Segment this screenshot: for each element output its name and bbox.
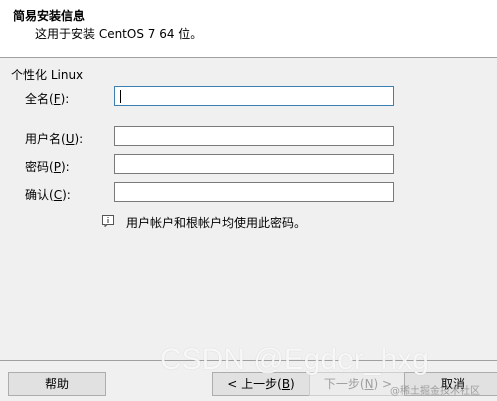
confirm-password-field[interactable] bbox=[114, 182, 394, 202]
password-label: 密码(P): bbox=[25, 160, 70, 174]
cancel-button[interactable]: 取消 bbox=[404, 372, 497, 396]
text-caret bbox=[120, 90, 121, 103]
username-field[interactable] bbox=[114, 126, 394, 146]
group-label-personalize: 个性化 Linux bbox=[11, 68, 84, 82]
info-icon bbox=[102, 215, 114, 227]
help-button[interactable]: 帮助 bbox=[8, 372, 106, 396]
username-label: 用户名(U): bbox=[25, 132, 84, 146]
fullname-label: 全名(F): bbox=[25, 92, 70, 106]
confirm-label: 确认(C): bbox=[25, 188, 71, 202]
page-subtitle: 这用于安装 CentOS 7 64 位。 bbox=[35, 27, 203, 41]
page-title: 简易安装信息 bbox=[13, 9, 86, 23]
back-button[interactable]: < 上一步(B) bbox=[212, 372, 310, 396]
fullname-field[interactable] bbox=[114, 86, 394, 106]
wizard-header: 简易安装信息 这用于安装 CentOS 7 64 位。 bbox=[0, 0, 497, 58]
password-field[interactable] bbox=[114, 154, 394, 174]
info-note: 用户帐户和根帐户均使用此密码。 bbox=[126, 216, 307, 230]
footer-divider bbox=[0, 360, 497, 361]
next-button[interactable]: 下一步(N) > bbox=[309, 372, 407, 396]
